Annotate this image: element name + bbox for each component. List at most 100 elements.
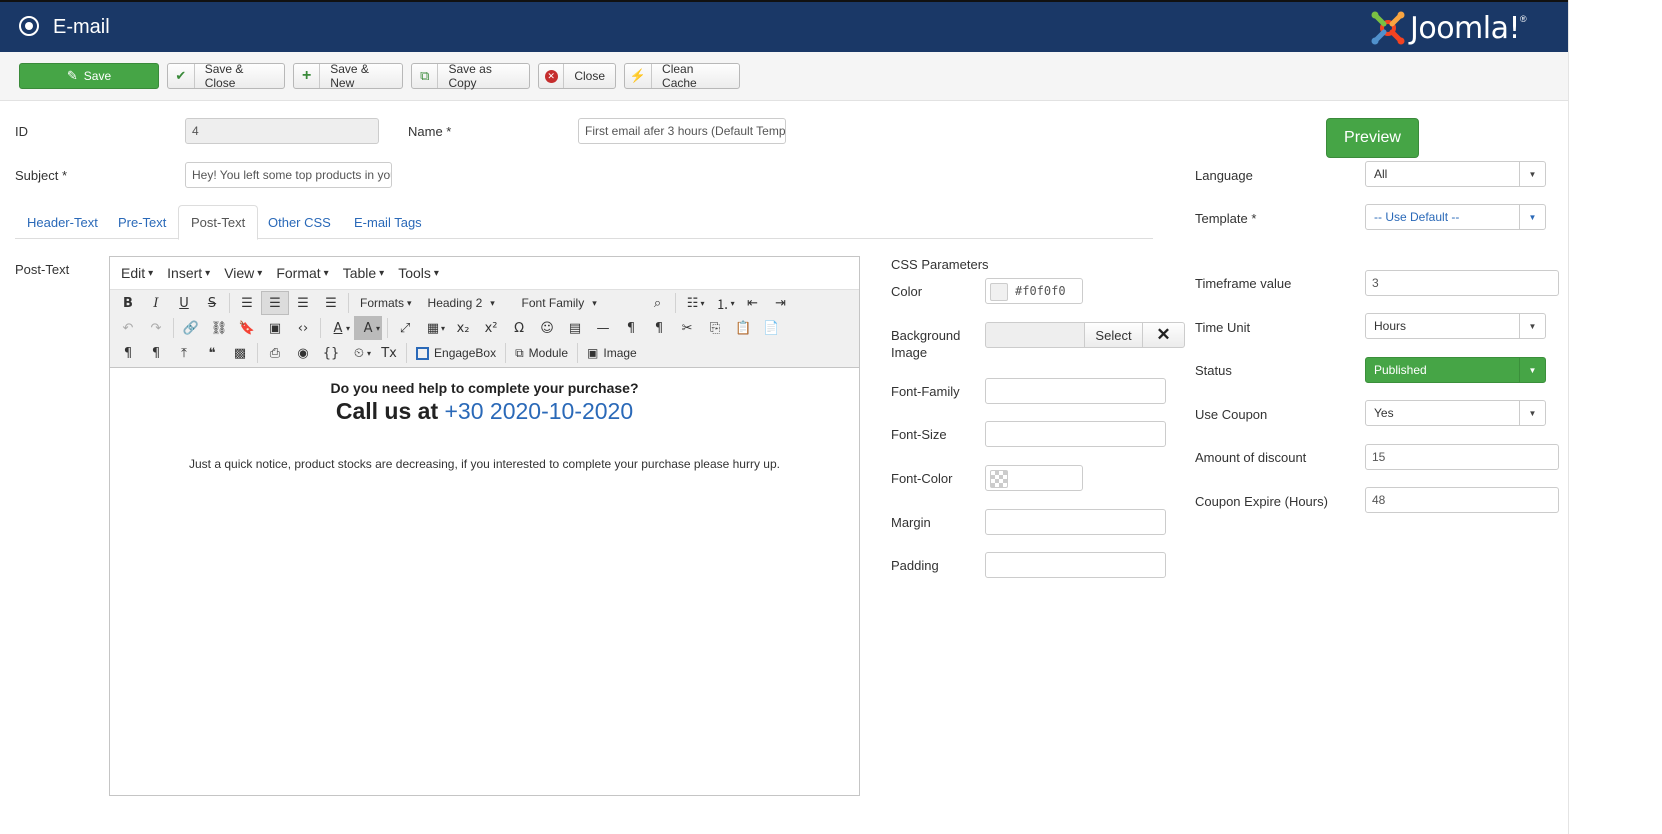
special-char-icon[interactable]: Ω — [505, 316, 533, 340]
indent-icon[interactable]: ⇥ — [767, 291, 795, 315]
name-field[interactable]: First email afer 3 hours (Default Templa… — [578, 118, 786, 144]
paste-icon[interactable]: 📋 — [729, 316, 757, 340]
font-size-field[interactable] — [985, 421, 1166, 447]
template-icon[interactable]: ▩ — [226, 341, 254, 365]
editor-content[interactable]: Do you need help to complete your purcha… — [110, 369, 859, 471]
engagebox-button[interactable]: EngageBox — [410, 341, 502, 365]
font-family-label: Font-Family — [891, 384, 960, 399]
editor-tabs: Header-Text Pre-Text Post-Text Other CSS… — [15, 205, 1153, 240]
menu-view[interactable]: View — [224, 265, 262, 281]
phone-number: +30 2020-10-2020 — [444, 398, 634, 424]
align-left-icon[interactable]: ☰ — [233, 291, 261, 315]
status-value: Published — [1374, 363, 1427, 377]
media-icon[interactable]: ▤ — [561, 316, 589, 340]
menu-insert[interactable]: Insert — [167, 265, 210, 281]
engagebox-icon — [416, 346, 430, 360]
tab-post-text[interactable]: Post-Text — [178, 205, 259, 240]
preview-button[interactable]: Preview — [1326, 118, 1419, 158]
strikethrough-icon[interactable]: S — [198, 291, 226, 315]
margin-label: Margin — [891, 515, 931, 530]
link-icon[interactable]: 🔗 — [177, 316, 205, 340]
font-color-swatch[interactable] — [990, 470, 1008, 488]
joomla-logo-icon — [1371, 11, 1405, 45]
save-copy-button[interactable]: ⧉ Save as Copy — [411, 62, 530, 90]
discount-field[interactable]: 15 — [1365, 444, 1559, 470]
coupon-expire-field[interactable]: 48 — [1365, 487, 1559, 513]
superscript-icon[interactable]: x² — [477, 316, 505, 340]
copy-icon[interactable]: ⎘ — [701, 316, 729, 340]
insert-image-button[interactable]: ▣ Image — [581, 341, 643, 365]
save-new-button[interactable]: + Save & New — [293, 62, 403, 90]
show-blocks-icon[interactable]: ¶ — [142, 341, 170, 365]
use-coupon-select[interactable]: Yes ▼ — [1365, 400, 1546, 426]
clean-cache-button[interactable]: ⚡ Clean Cache — [624, 62, 740, 90]
color-swatch[interactable] — [990, 283, 1008, 301]
cut-icon[interactable]: ✂ — [673, 316, 701, 340]
timeframe-field[interactable]: 3 — [1365, 270, 1559, 296]
bookmark-icon[interactable]: 🔖 — [233, 316, 261, 340]
print-icon[interactable]: ⎙ — [261, 341, 289, 365]
heading-dropdown[interactable]: Heading 2 ▾ — [420, 291, 514, 315]
outdent-icon[interactable]: ⇤ — [739, 291, 767, 315]
id-label: ID — [15, 124, 28, 139]
paste-text-icon[interactable]: 📄 — [757, 316, 785, 340]
menu-tools[interactable]: Tools — [398, 265, 439, 281]
picture-icon: ▣ — [587, 346, 599, 360]
select-image-button[interactable]: Select — [1084, 322, 1143, 348]
module-button[interactable]: ⧉ Module — [509, 341, 574, 365]
align-justify-icon[interactable]: ☰ — [317, 291, 345, 315]
paragraph-icon[interactable]: ¶ — [114, 341, 142, 365]
menu-edit[interactable]: Edit — [121, 265, 153, 281]
subject-field[interactable]: Hey! You left some top products in your … — [185, 162, 392, 188]
image-icon[interactable]: ▣ — [261, 316, 289, 340]
upload-icon[interactable]: ⤒ — [170, 341, 198, 365]
ltr-icon[interactable]: ¶ — [617, 316, 645, 340]
status-select[interactable]: Published ▼ — [1365, 357, 1546, 383]
check-icon: ✔ — [168, 64, 195, 88]
formats-dropdown[interactable]: Formats ▾ — [352, 291, 420, 315]
background-image-field[interactable] — [985, 322, 1085, 348]
clear-formatting-icon[interactable]: Tx — [375, 341, 403, 365]
close-button[interactable]: ✕ Close — [538, 63, 616, 89]
tab-header-text[interactable]: Header-Text — [15, 205, 110, 239]
save-button[interactable]: ✎ Save — [19, 63, 159, 89]
menu-table[interactable]: Table — [343, 265, 385, 281]
bold-icon[interactable]: B — [114, 291, 142, 315]
discount-label: Amount of discount — [1195, 450, 1307, 465]
id-field[interactable]: 4 — [185, 118, 379, 144]
tab-pre-text[interactable]: Pre-Text — [106, 205, 178, 239]
rtl-icon[interactable]: ¶ — [645, 316, 673, 340]
color-field[interactable]: #f0f0f0 — [985, 278, 1083, 304]
menu-format[interactable]: Format — [276, 265, 328, 281]
color-value: #f0f0f0 — [1015, 284, 1066, 298]
unlink-icon[interactable]: ⛓ — [205, 316, 233, 340]
save-close-label: Save & Close — [204, 62, 244, 90]
align-right-icon[interactable]: ☰ — [289, 291, 317, 315]
font-family-dropdown[interactable]: Font Family ▾ — [514, 291, 644, 315]
blockquote-icon[interactable]: ❝ — [198, 341, 226, 365]
emoticons-icon[interactable]: ☺ — [533, 316, 561, 340]
horizontal-rule-icon[interactable]: — — [589, 316, 617, 340]
language-select[interactable]: All ▼ — [1365, 161, 1546, 187]
find-icon[interactable]: ⌕ — [644, 291, 672, 315]
font-family-field[interactable] — [985, 378, 1166, 404]
align-center-icon[interactable]: ☰ — [261, 291, 289, 315]
padding-field[interactable] — [985, 552, 1166, 578]
time-unit-select[interactable]: Hours ▼ — [1365, 313, 1546, 339]
template-select[interactable]: -- Use Default -- ▼ — [1365, 204, 1546, 230]
subscript-icon[interactable]: x₂ — [449, 316, 477, 340]
tab-email-tags[interactable]: E-mail Tags — [342, 205, 434, 239]
italic-icon[interactable]: I — [142, 291, 170, 315]
preview-eye-icon[interactable]: ◉ — [289, 341, 317, 365]
redo-icon[interactable]: ↷ — [142, 316, 170, 340]
underline-icon[interactable]: U — [170, 291, 198, 315]
font-color-field[interactable] — [985, 465, 1083, 491]
clear-image-button[interactable]: ✕ — [1142, 322, 1185, 348]
undo-icon[interactable]: ↶ — [114, 316, 142, 340]
tab-other-css[interactable]: Other CSS — [256, 205, 343, 239]
margin-field[interactable] — [985, 509, 1166, 535]
code-icon[interactable]: ‹› — [289, 316, 317, 340]
code-sample-icon[interactable]: {} — [317, 341, 345, 365]
fullscreen-icon[interactable]: ⤢ — [391, 316, 419, 340]
save-close-button[interactable]: ✔ Save & Close — [167, 62, 285, 90]
